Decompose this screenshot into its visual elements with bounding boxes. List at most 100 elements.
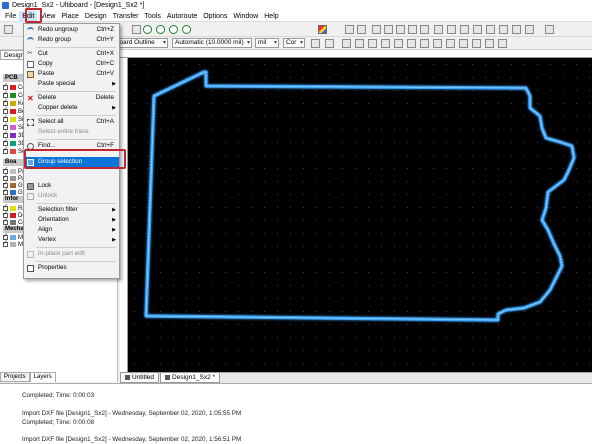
menu-item-shortcut: Ctrl+C <box>95 60 114 67</box>
toolbar-icon[interactable] <box>512 25 521 34</box>
unlock-icon <box>27 193 34 200</box>
unit-combo[interactable]: mil <box>255 38 279 48</box>
menu-item-lock[interactable]: Lock <box>24 181 119 191</box>
lock-icon <box>27 183 34 190</box>
toolbar-icon[interactable] <box>433 39 442 48</box>
menu-item-redo-group[interactable]: Redo group Ctrl+Y <box>24 35 119 45</box>
toolbar-icon[interactable] <box>472 39 481 48</box>
menu-item-select-all[interactable]: Select all Ctrl+A <box>24 117 119 127</box>
menu-item-copy[interactable]: Copy Ctrl+C <box>24 59 119 69</box>
menu-item-shortcut: Delete <box>95 94 114 101</box>
menu-item-properties[interactable]: Properties <box>24 263 119 273</box>
menu-item-paste[interactable]: Paste Ctrl+V <box>24 69 119 79</box>
submenu-arrow-icon: ▶ <box>112 207 116 213</box>
menu-options[interactable]: Options <box>200 11 230 22</box>
menu-item-unlock: Unlock <box>24 191 119 201</box>
menu-item-selection-filter[interactable]: Selection filter ▶ <box>24 205 119 215</box>
toolbar-icon[interactable] <box>368 39 377 48</box>
menu-file[interactable]: File <box>2 11 19 22</box>
toolbar-icon[interactable] <box>434 25 443 34</box>
menu-autoroute[interactable]: Autoroute <box>164 11 200 22</box>
submenu-arrow-icon: ▶ <box>112 105 116 111</box>
menu-window[interactable]: Window <box>230 11 261 22</box>
doc-tab-untitled[interactable]: Untitled <box>120 372 160 383</box>
menu-item-delete[interactable]: ✕ Delete Delete <box>24 93 119 103</box>
toolbar-icon[interactable] <box>355 39 364 48</box>
layers-tab[interactable]: Layers <box>29 372 56 382</box>
doc-tab-label: Design1_Sx2 * <box>172 374 216 381</box>
toolbar-icon[interactable] <box>486 25 495 34</box>
toolbar-icon[interactable] <box>485 39 494 48</box>
menu-tools[interactable]: Tools <box>142 11 164 22</box>
layer-visibility-checkbox[interactable] <box>3 146 8 154</box>
board-outline[interactable] <box>144 70 576 322</box>
layer-color-swatch <box>10 125 16 130</box>
toolbar-icon[interactable] <box>420 39 429 48</box>
menu-item-copper-delete[interactable]: Copper delete ▶ <box>24 103 119 113</box>
pcb-canvas[interactable] <box>128 58 592 372</box>
menu-item-label: Align <box>38 226 53 233</box>
toolbar-icon[interactable] <box>342 39 351 48</box>
output-line: Completed; Time: 0:00:08 <box>22 419 95 426</box>
projects-tab[interactable]: Projects <box>0 372 30 382</box>
menu-item-shortcut: Ctrl+Z <box>96 26 114 33</box>
new-icon[interactable] <box>4 25 13 34</box>
toolbar-icon[interactable] <box>459 39 468 48</box>
menu-item-orientation[interactable]: Orientation ▶ <box>24 215 119 225</box>
toolbar-icon[interactable] <box>407 39 416 48</box>
toolbar-icon[interactable] <box>325 39 334 48</box>
menu-item-redo-ungroup[interactable]: Redo ungroup Ctrl+Z <box>24 25 119 35</box>
toolbar-icon[interactable] <box>396 25 405 34</box>
zoom-full-icon[interactable] <box>182 25 191 34</box>
doc-tab-design[interactable]: Design1_Sx2 * <box>160 372 221 383</box>
toolbar-icon[interactable] <box>372 25 381 34</box>
layer-color-swatch <box>10 206 16 211</box>
menu-transfer[interactable]: Transfer <box>110 11 142 22</box>
toolbar-icon[interactable] <box>132 25 141 34</box>
menu-item-vertex[interactable]: Vertex ▶ <box>24 235 119 245</box>
menu-item-align[interactable]: Align ▶ <box>24 225 119 235</box>
layer-color-swatch <box>10 149 16 154</box>
toolbar-icon[interactable] <box>408 25 417 34</box>
toolbar-icon[interactable] <box>447 25 456 34</box>
toolbar-icon[interactable] <box>446 39 455 48</box>
toolbar-icon[interactable] <box>545 25 554 34</box>
zoom-out-icon[interactable] <box>156 25 165 34</box>
toolbar-icon[interactable] <box>345 25 354 34</box>
menu-separator <box>36 47 116 48</box>
menu-item-cut[interactable]: ✂ Cut Ctrl+X <box>24 49 119 59</box>
toolbar-icon[interactable] <box>499 25 508 34</box>
outline-inner-line <box>145 71 575 321</box>
menu-place[interactable]: Place <box>58 11 82 22</box>
rectangle-icon[interactable] <box>525 25 534 34</box>
pcb-layers-header: PCB <box>3 74 23 82</box>
layer-visibility-checkbox[interactable] <box>3 239 8 247</box>
copy-icon <box>27 61 34 68</box>
toolbar-icon[interactable] <box>473 25 482 34</box>
menu-item-label: Redo ungroup <box>38 26 78 33</box>
layer-color-swatch <box>10 220 16 225</box>
menu-help[interactable]: Help <box>261 11 281 22</box>
zoom-in-icon[interactable] <box>143 25 152 34</box>
layer-color-swatch <box>10 141 16 146</box>
menu-item-paste-special[interactable]: Paste special ▶ <box>24 79 119 89</box>
toolbar-icon[interactable] <box>394 39 403 48</box>
color-combo[interactable]: Cor <box>283 38 305 48</box>
zoom-area-icon[interactable] <box>169 25 178 34</box>
menu-item-shortcut: Ctrl+X <box>96 50 114 57</box>
toolbar-icon[interactable] <box>311 39 320 48</box>
toolbar-icon[interactable] <box>357 25 366 34</box>
menu-item-label: Selection filter <box>38 206 78 213</box>
toolbar-icon[interactable] <box>460 25 469 34</box>
toolbar-icon[interactable] <box>381 39 390 48</box>
layer-visibility-checkbox[interactable] <box>3 187 8 195</box>
toolbar-icon[interactable] <box>384 25 393 34</box>
menu-design[interactable]: Design <box>82 11 110 22</box>
toolbar-icon[interactable] <box>420 25 429 34</box>
layer-combo[interactable]: Board Outline <box>112 38 168 48</box>
grid-combo[interactable]: Automatic (10.0000 mil) <box>172 38 252 48</box>
toolbar-icon[interactable] <box>498 39 507 48</box>
highlight-icon[interactable] <box>318 25 327 34</box>
menu-item-label: Paste special <box>38 80 76 87</box>
layer-visibility-checkbox[interactable] <box>3 217 8 225</box>
